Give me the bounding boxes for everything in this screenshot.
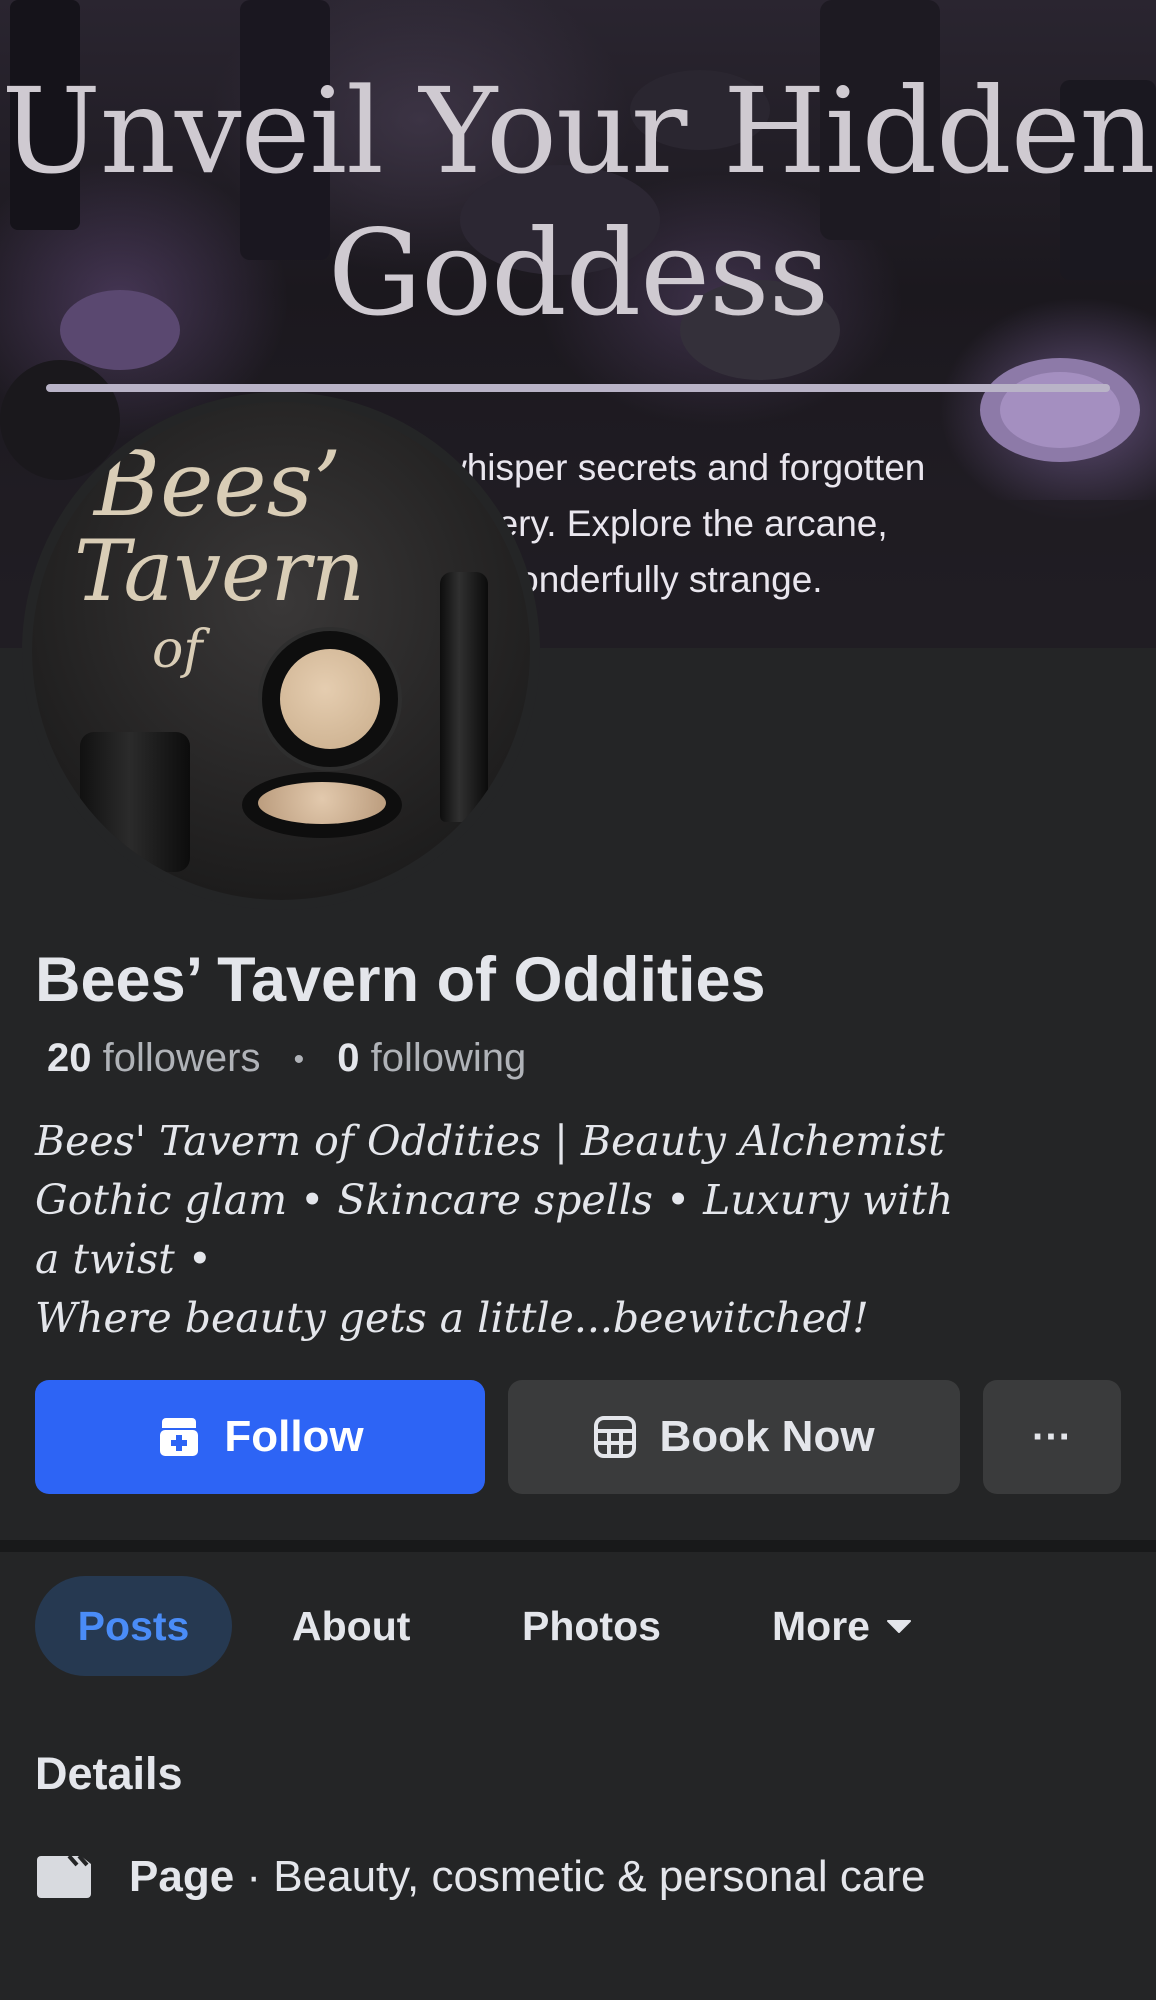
following-count: 0 [337,1036,360,1080]
cover-divider [46,384,1110,392]
follow-button[interactable]: Follow [35,1380,485,1494]
more-options-icon: ··· [1032,1414,1072,1459]
tab-more[interactable]: More [772,1576,912,1676]
avatar-logo-line: Tavern [74,522,366,620]
detail-page-category: Page · Beauty, cosmetic & personal care [35,1852,925,1902]
cover-title-line: Goddess [327,204,829,342]
followers-link[interactable]: 20 followers [47,1036,260,1080]
book-now-button-label: Book Now [659,1412,875,1461]
follow-stats: 20 followers • 0 following [47,1036,526,1081]
cosmetic-jar [80,732,190,872]
followers-count: 20 [47,1036,92,1080]
page-title: Bees’ Tavern of Oddities [35,945,766,1015]
profile-avatar[interactable]: Bees’ Tavern of [22,392,540,910]
tab-more-label: More [772,1602,870,1649]
avatar-image: Bees’ Tavern of [32,402,530,900]
book-now-button[interactable]: Book Now [508,1380,960,1494]
page-bio: Bees' Tavern of Oddities | Beauty Alchem… [35,1112,1125,1348]
cover-tagline-line: whisper secrets and forgotten [440,447,926,488]
tab-about[interactable]: About [292,1576,410,1676]
detail-category: Beauty, cosmetic & personal care [273,1852,926,1901]
detail-page-label: Page [129,1852,235,1901]
cover-tagline: whisper secrets and forgotten covery. Ex… [440,440,1080,608]
follow-button-label: Follow [224,1412,364,1461]
stats-separator: • [293,1043,305,1077]
more-options-button[interactable]: ··· [983,1380,1121,1494]
cover-title-line: Unveil Your Hidden [1,62,1155,200]
cover-title: Unveil Your Hidden Goddess [0,60,1156,344]
tab-photos[interactable]: Photos [522,1576,661,1676]
lipstick-tube [440,572,488,822]
bio-line: Gothic glam • Skincare spells • Luxury w… [35,1176,954,1224]
following-label: following [370,1036,527,1080]
bio-line: Bees' Tavern of Oddities | Beauty Alchem… [35,1117,945,1165]
bio-line: a twist • [35,1235,212,1283]
followers-label: followers [102,1036,261,1080]
cover-tagline-line: covery. Explore the arcane, [440,503,888,544]
cover-tagline-line: he wonderfully strange. [440,559,823,600]
add-friend-icon [156,1414,202,1460]
powder-compact-open [242,772,402,838]
flag-icon [35,1854,93,1900]
details-heading: Details [35,1748,183,1799]
powder-compact [258,627,402,771]
calendar-icon [593,1415,637,1459]
detail-separator: · [234,1852,274,1901]
avatar-logo-line: of [152,620,203,680]
bio-line: Where beauty gets a little...beewitched! [35,1294,869,1342]
following-link[interactable]: 0 following [337,1036,526,1080]
caret-down-icon [886,1618,912,1634]
tab-posts[interactable]: Posts [35,1576,232,1676]
section-divider [0,1540,1156,1552]
